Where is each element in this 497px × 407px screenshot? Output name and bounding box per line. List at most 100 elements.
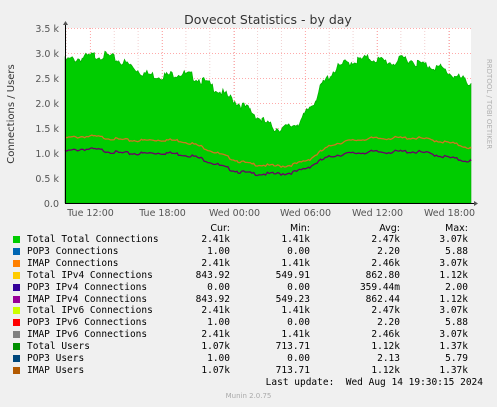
legend-cur-value: 1.07k (201, 341, 230, 353)
legend-cur-value: 2.41k (201, 234, 230, 245)
legend-max-value: 2.00 (445, 281, 468, 293)
legend-min-value: 713.71 (275, 341, 310, 353)
y-tick-label: 2.0 k (35, 99, 59, 110)
header-min: Min: (289, 223, 310, 234)
x-tick-label: Tue 18:00 (138, 208, 186, 219)
chart-title: Dovecot Statistics - by day (184, 12, 352, 27)
y-tick-label: 1.5 k (35, 124, 59, 135)
y-tick-label: 3.5 k (35, 24, 59, 35)
legend-swatch (13, 355, 20, 362)
legend-min-value: 0.00 (287, 245, 310, 257)
legend-min-value: 549.91 (275, 269, 310, 281)
rrdtool-watermark: RRDTOOL / TOBI OETIKER (485, 59, 493, 149)
legend-avg-value: 2.47k (371, 234, 400, 245)
legend-label: IMAP Users (27, 364, 85, 376)
y-axis-label: Connections / Users (6, 64, 17, 164)
legend-cur-value: 1.07k (201, 364, 230, 376)
legend-max-value: 1.37k (439, 364, 468, 376)
legend-row: IMAP Users 1.07k 713.71 1.12k 1.37k (13, 365, 483, 377)
chart-svg: Dovecot Statistics - by day Connections … (6, 12, 493, 219)
legend-label: Total Users (27, 341, 90, 353)
legend-cur-value: 1.00 (207, 245, 230, 257)
legend-swatch (13, 331, 20, 339)
legend-label: Total Total Connections (27, 234, 159, 245)
legend-avg-value: 862.44 (365, 293, 400, 305)
legend-min-value: 0.00 (287, 353, 310, 364)
legend-avg-value: 2.47k (371, 305, 400, 317)
legend-cur-value: 843.92 (195, 269, 230, 281)
legend-avg-value: 2.13 (377, 353, 400, 364)
legend-avg-value: 2.46k (371, 257, 400, 269)
x-axis-arrow (474, 201, 478, 206)
legend-max-value: 5.88 (445, 317, 468, 329)
legend-swatch (13, 319, 20, 327)
legend-label: POP3 Connections (27, 245, 119, 257)
legend-avg-value: 1.12k (371, 364, 400, 376)
legend-cur-value: 2.41k (201, 257, 230, 269)
legend-max-value: 3.07k (439, 329, 468, 341)
legend-row: POP3 Connections 1.00 0.00 2.20 5.88 (13, 246, 483, 258)
legend-label: POP3 Users (27, 353, 85, 364)
header-avg: Avg: (379, 223, 400, 234)
legend-swatch (13, 343, 20, 351)
legend-max-value: 3.07k (439, 305, 468, 317)
legend-cur-value: 2.41k (201, 305, 230, 317)
legend-avg-value: 2.20 (377, 245, 400, 257)
legend-cur-value: 0.00 (207, 281, 230, 293)
x-tick-label: Tue 12:00 (66, 208, 114, 219)
legend-min-value: 0.00 (287, 281, 310, 293)
legend-label: Total IPv4 Connections (27, 269, 153, 281)
legend-row: IMAP IPv6 Connections 2.41k 1.41k 2.46k 3.07… (13, 329, 483, 341)
legend-min-value: 1.41k (281, 305, 310, 317)
legend-label: IMAP IPv4 Connections (27, 293, 148, 305)
header-max: Max: (445, 223, 468, 234)
munin-graph: Dovecot Statistics - by day Connections … (0, 0, 497, 407)
legend-avg-value: 1.12k (371, 341, 400, 353)
legend-min-value: 549.23 (275, 293, 310, 305)
legend-max-value: 1.12k (439, 269, 468, 281)
legend-avg-value: 862.80 (365, 269, 400, 281)
legend-avg-value: 2.20 (377, 317, 400, 329)
last-update: Last update: Wed Aug 14 19:30:15 2024 (265, 377, 483, 388)
legend-swatch (13, 283, 20, 291)
legend-avg-value: 359.44m (359, 281, 400, 293)
legend-max-value: 5.88 (445, 245, 468, 257)
x-tick-label: Wed 06:00 (280, 208, 331, 219)
legend-row: POP3 Users 1.00 0.00 2.13 5.79 (13, 353, 483, 365)
legend-swatch (13, 307, 20, 315)
legend-label: POP3 IPv6 Connections (27, 317, 148, 329)
legend-swatch (13, 236, 20, 243)
legend-max-value: 3.07k (439, 257, 468, 269)
legend-max-value: 1.12k (439, 293, 468, 305)
legend-row: Total IPv6 Connections 2.41k 1.41k 2.47k 3.0… (13, 305, 483, 317)
legend-swatch (13, 247, 20, 255)
y-tick-label: 0.5 k (35, 174, 59, 185)
y-axis-arrow (63, 21, 68, 25)
legend-swatch (13, 259, 20, 267)
legend-swatch (13, 295, 20, 303)
legend-row: POP3 IPv4 Connections 0.00 0.00 359.44m 2.00 (13, 282, 483, 294)
legend-label: Total IPv6 Connections (27, 305, 153, 317)
legend-avg-value: 2.46k (371, 329, 400, 341)
y-tick-label: 3.0 k (35, 49, 59, 60)
legend-cur-value: 843.92 (195, 293, 230, 305)
x-tick-label: Wed 12:00 (352, 208, 403, 219)
legend-row: Total IPv4 Connections 843.92 549.91 862.80… (13, 270, 483, 282)
x-tick-label: Wed 18:00 (424, 208, 475, 219)
legend-cur-value: 1.00 (207, 317, 230, 329)
legend-min-value: 1.41k (281, 234, 310, 245)
legend-min-value: 713.71 (275, 364, 310, 376)
legend-min-value: 0.00 (287, 317, 310, 329)
legend-label: IMAP IPv6 Connections (27, 329, 148, 341)
legend-min-value: 1.41k (281, 257, 310, 269)
legend-min-value: 1.41k (281, 329, 310, 341)
legend-swatch (13, 366, 20, 374)
legend-row: POP3 IPv6 Connections 1.00 0.00 2.20 5.88 (13, 317, 483, 329)
legend-row: Total Users 1.07k 713.71 1.12k 1.37k (13, 341, 483, 353)
legend-row: IMAP IPv4 Connections 843.92 549.23 862.44 1… (13, 294, 483, 306)
y-tick-label: 2.5 k (35, 74, 59, 85)
legend-max-value: 1.37k (439, 341, 468, 353)
y-tick-label: 0.0 (44, 199, 59, 210)
legend-cur-value: 2.41k (201, 329, 230, 341)
legend-row: Total Total Connections 2.41k 1.41k 2.47k 3.… (13, 234, 483, 246)
